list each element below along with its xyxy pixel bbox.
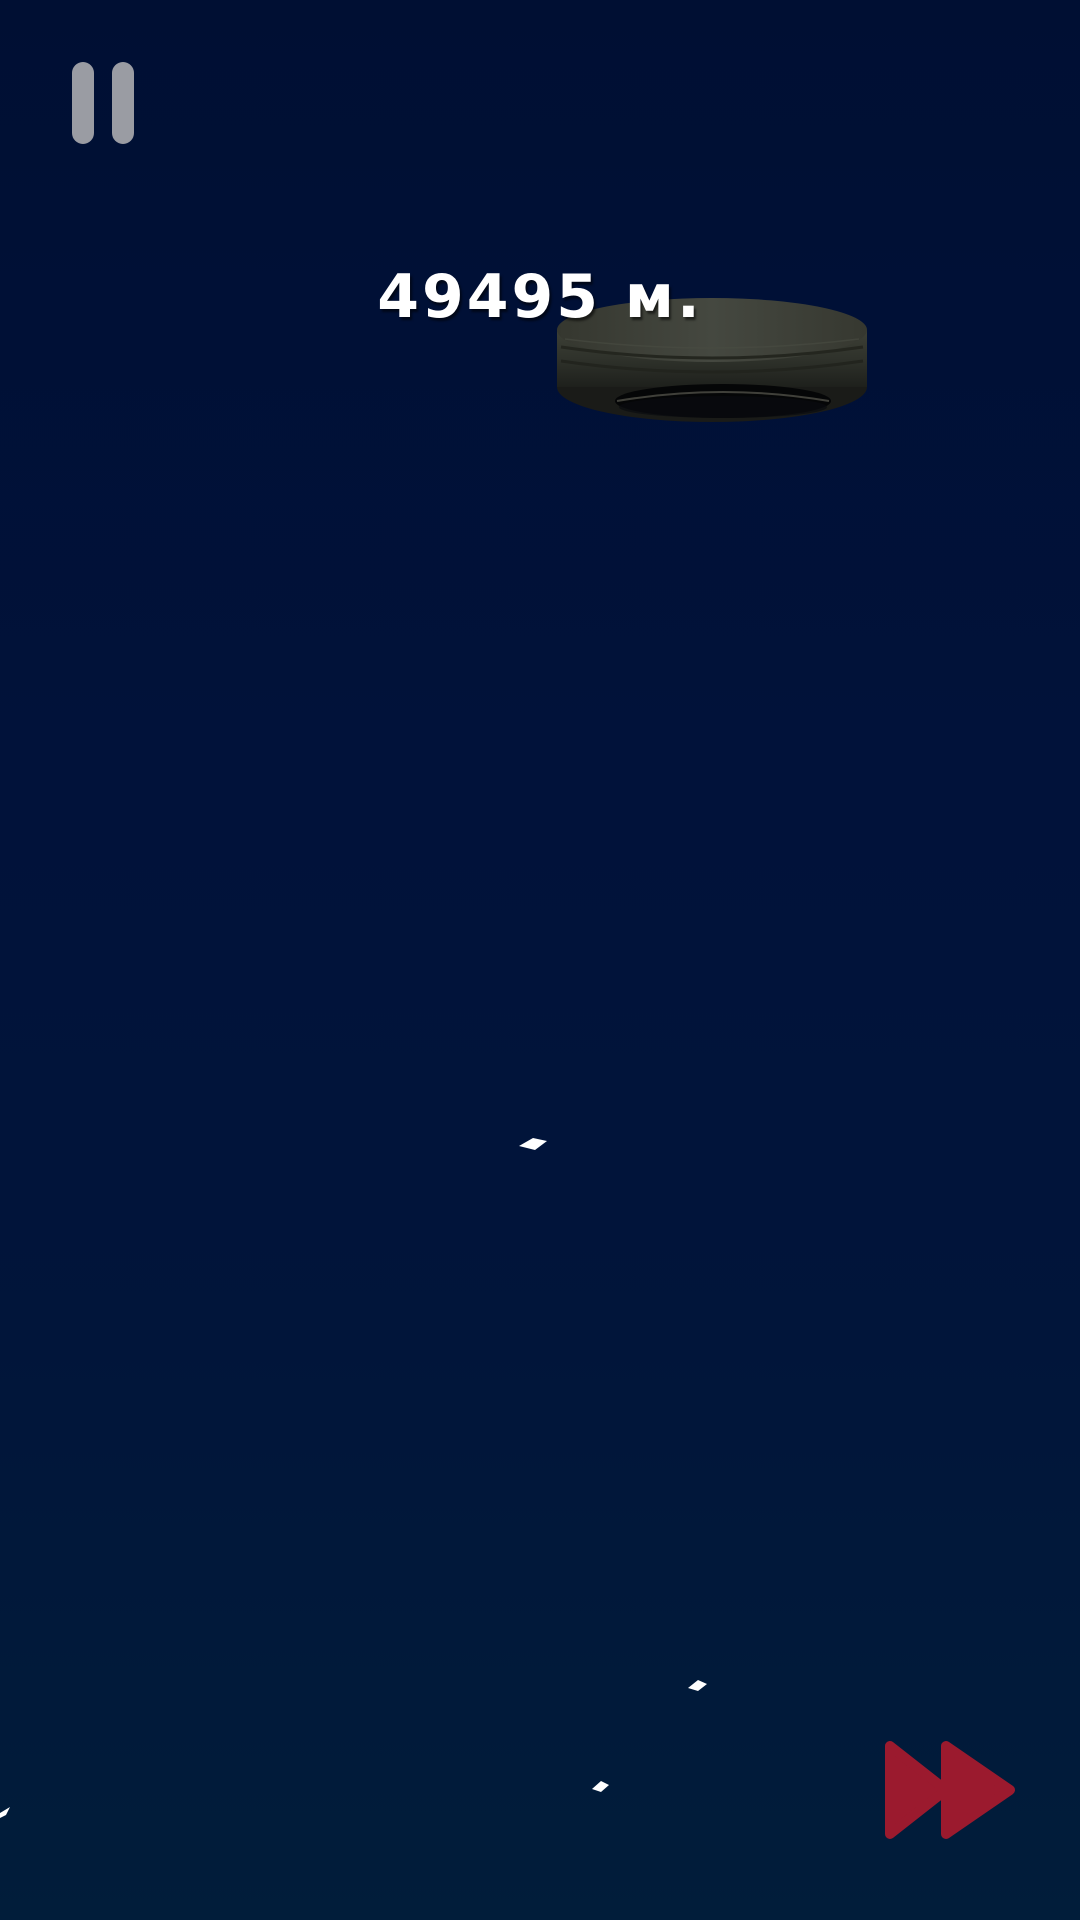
distance-counter: 49495 м. <box>377 262 703 332</box>
sparkle-particle <box>688 1680 707 1691</box>
pause-icon-left-bar <box>72 62 94 144</box>
sparkle-particle <box>592 1781 609 1792</box>
pause-button[interactable] <box>70 62 136 144</box>
sparkle-particle <box>0 1807 10 1818</box>
pause-icon-right-bar <box>112 62 134 144</box>
fast-forward-button[interactable] <box>882 1738 1018 1842</box>
fast-forward-icon <box>885 1741 1015 1839</box>
sparkle-particle <box>519 1138 547 1150</box>
